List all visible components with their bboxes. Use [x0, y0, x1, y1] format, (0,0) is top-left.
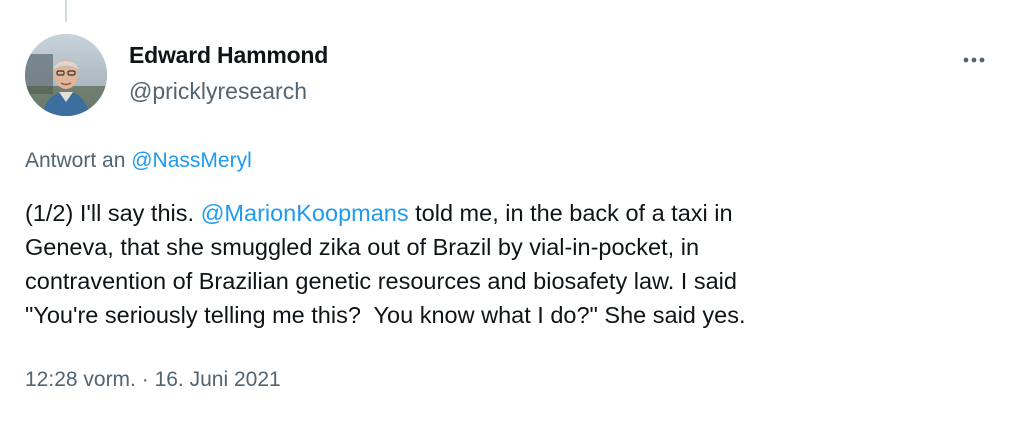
thread-connector-line	[65, 0, 67, 22]
tweet-date-link[interactable]: 16. Juni 2021	[155, 368, 281, 391]
tweet-time-link[interactable]: 12:28 vorm.	[25, 368, 136, 391]
avatar[interactable]	[25, 34, 107, 116]
profile-photo-icon	[25, 34, 107, 116]
mention-link[interactable]: @MarionKoopmans	[201, 200, 409, 226]
timestamp-separator: ·	[141, 368, 149, 391]
author-name[interactable]: Edward Hammond	[129, 42, 328, 69]
more-options-button[interactable]	[954, 40, 994, 80]
more-horizontal-icon	[963, 57, 985, 63]
tweet-timestamp: 12:28 vorm. · 16. Juni 2021	[25, 368, 281, 392]
author-handle[interactable]: @pricklyresearch	[129, 78, 307, 105]
reply-context: Antwort an @NassMeryl	[25, 149, 252, 173]
reply-to-handle-link[interactable]: @NassMeryl	[131, 149, 252, 172]
tweet-text-part1: (1/2) I'll say this.	[25, 200, 201, 226]
tweet-text: (1/2) I'll say this. @MarionKoopmans tol…	[25, 196, 1000, 332]
reply-prefix-label: Antwort an	[25, 149, 126, 172]
